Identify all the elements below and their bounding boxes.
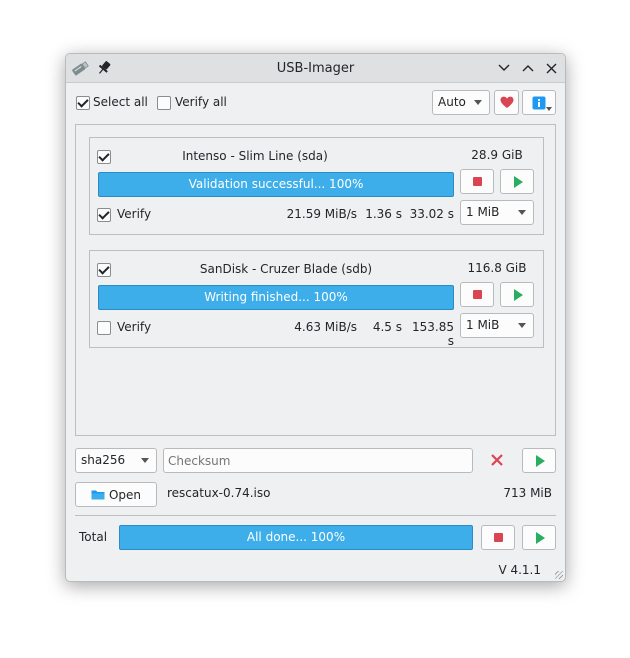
chevron-down-icon [518, 323, 526, 328]
device-status: Validation successful... 100% [188, 177, 364, 191]
device-size: 28.9 GiB [471, 148, 523, 162]
stop-icon [472, 177, 482, 186]
maximize-button[interactable] [519, 59, 537, 77]
folder-icon [91, 490, 105, 500]
write-button[interactable] [500, 282, 534, 307]
chevron-down-icon [474, 100, 482, 105]
close-icon [546, 63, 556, 73]
device-progress-bar: Validation successful... 100% [98, 172, 454, 197]
device-progress-bar: Writing finished... 100% [98, 285, 454, 310]
window-title: USB-Imager [276, 61, 355, 76]
clear-checksum-button[interactable] [490, 453, 504, 470]
play-icon [513, 175, 523, 188]
play-icon [513, 288, 523, 301]
menu-arrow-icon [546, 107, 552, 111]
chevron-down-icon [498, 64, 510, 71]
chevron-down-icon [518, 210, 526, 215]
app-window: USB-Imager Select all Verify all Auto In… [65, 53, 566, 582]
mode-select[interactable]: Auto [432, 90, 490, 115]
verify-all-label: Verify all [175, 95, 227, 109]
info-icon [532, 96, 546, 109]
total-progress-bar: All done... 100% [119, 525, 473, 550]
verify-label: Verify [117, 207, 152, 221]
image-file-size: 713 MiB [503, 486, 552, 500]
stop-button[interactable] [460, 169, 494, 194]
minimize-button[interactable] [495, 59, 513, 77]
divider [75, 515, 556, 516]
version-label: V 4.1.1 [498, 563, 541, 577]
select-all-label: Select all [93, 95, 148, 109]
total-time: 153.85 s [412, 320, 454, 348]
device-item: SanDisk - Cruzer Blade (sdb) 116.8 GiB W… [89, 250, 544, 348]
total-label: Total [79, 530, 108, 544]
block-size-value: 1 MiB [466, 318, 500, 332]
elapsed-time: 1.36 s [365, 207, 402, 221]
open-label: Open [108, 487, 142, 502]
device-status: Writing finished... 100% [204, 290, 348, 304]
verify-label: Verify [117, 320, 152, 334]
clear-icon [491, 454, 503, 466]
info-button[interactable] [522, 90, 556, 115]
verify-all-checkbox[interactable] [157, 96, 171, 110]
checksum-algorithm-value: sha256 [81, 453, 126, 467]
elapsed-time: 4.5 s [372, 320, 402, 334]
stop-icon [493, 533, 503, 542]
checksum-algorithm-select[interactable]: sha256 [75, 448, 157, 473]
chevron-up-icon [522, 65, 534, 72]
verify-checkbox[interactable] [97, 321, 111, 335]
write-all-button[interactable] [522, 525, 556, 550]
block-size-value: 1 MiB [466, 205, 500, 219]
checksum-input[interactable] [163, 448, 473, 473]
device-list: Intenso - Slim Line (sda) 28.9 GiB Valid… [75, 124, 556, 436]
total-status: All done... 100% [246, 530, 346, 544]
image-file-name: rescatux-0.74.iso [167, 486, 271, 500]
open-button[interactable]: Open [75, 482, 157, 507]
speed-value: 21.59 MiB/s [286, 207, 357, 221]
heart-icon [500, 96, 513, 108]
title-bar: USB-Imager [66, 54, 565, 83]
chevron-down-icon [141, 458, 149, 463]
block-size-select[interactable]: 1 MiB [460, 200, 534, 225]
write-button[interactable] [500, 169, 534, 194]
speed-value: 4.63 MiB/s [294, 320, 357, 334]
donate-button[interactable] [494, 90, 519, 115]
total-time: 33.02 s [409, 207, 454, 221]
verify-checksum-button[interactable] [522, 448, 556, 473]
select-all-checkbox[interactable] [76, 96, 90, 110]
mode-value: Auto [438, 95, 466, 109]
device-name: SanDisk - Cruzer Blade (sdb) [199, 262, 373, 276]
resize-grip[interactable] [555, 571, 563, 579]
verify-checkbox[interactable] [97, 208, 111, 222]
stop-button[interactable] [460, 282, 494, 307]
stop-icon [472, 290, 482, 299]
play-icon [535, 454, 545, 467]
stop-all-button[interactable] [481, 525, 515, 550]
block-size-select[interactable]: 1 MiB [460, 313, 534, 338]
close-button[interactable] [542, 59, 560, 77]
device-name: Intenso - Slim Line (sda) [182, 149, 328, 163]
play-icon [535, 531, 545, 544]
device-item: Intenso - Slim Line (sda) 28.9 GiB Valid… [89, 137, 544, 235]
device-size: 116.8 GiB [467, 261, 527, 275]
